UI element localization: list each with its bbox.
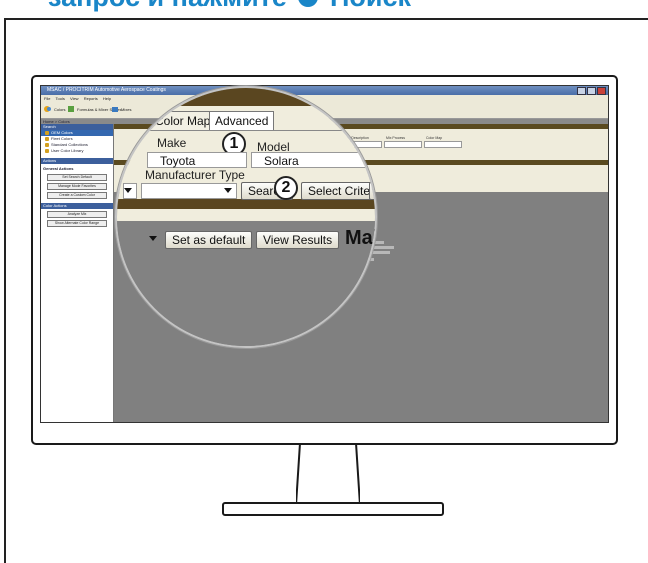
default-select[interactable] (123, 232, 165, 248)
maximize-icon[interactable] (587, 87, 596, 95)
instruction-heading: запрос и нажмите Поиск (48, 0, 411, 13)
toolbar-colors-button[interactable]: Colors (44, 105, 66, 113)
color-map-field[interactable] (424, 141, 462, 148)
folder-icon (45, 143, 49, 147)
magnifier-lens: Color Map Advanced Make 1 Model Ye Toyot… (115, 86, 377, 348)
menu-view[interactable]: View (70, 96, 79, 101)
chevron-down-icon (124, 188, 132, 193)
close-icon[interactable] (597, 87, 606, 95)
folder-icon (45, 137, 49, 141)
tab-color-map[interactable]: Color Map (149, 111, 217, 131)
tab-divider (117, 130, 375, 131)
make-label: Make (157, 136, 187, 150)
set-as-default-button[interactable]: Set as default (165, 231, 253, 249)
alternate-color-range-button[interactable]: Show Alternate Color Range (47, 220, 107, 227)
callout-2-icon: 2 (274, 176, 298, 200)
menu-tools[interactable]: Tools (56, 96, 65, 101)
toolbar-colors-label: Colors (54, 106, 66, 112)
formula-icon (68, 106, 74, 112)
create-custom-color-button[interactable]: Create a Custom Color (47, 192, 107, 199)
grid-header-mix-process: Mix Process (386, 136, 406, 140)
make-field[interactable]: Toyota (147, 152, 247, 168)
menu-help[interactable]: Help (103, 96, 111, 101)
view-results-button[interactable]: View Results (256, 231, 340, 249)
magnified-header-band (117, 88, 375, 106)
mix-process-select[interactable] (384, 141, 422, 148)
set-search-default-button[interactable]: Set Search Default (47, 174, 107, 181)
heading-text-before: запрос и нажмите (48, 0, 287, 12)
magnified-divider-band (117, 199, 375, 209)
monitor-stand-base (222, 502, 444, 516)
menu-file[interactable]: File (44, 96, 50, 101)
menu-reports[interactable]: Reports (84, 96, 98, 101)
monitor-stand-neck (296, 443, 360, 506)
manage-favorites-button[interactable]: Manage Mode Favorites (47, 183, 107, 190)
chevron-down-icon (224, 188, 232, 193)
heading-text-after: Поиск (330, 0, 411, 12)
chevron-down-icon (149, 236, 157, 241)
sidebar-item-user-library[interactable]: User Color Library (41, 148, 113, 154)
window-controls (577, 87, 606, 95)
manufacturer-type-label: Manufacturer Type (145, 168, 245, 182)
sidebar-actions-header: Actions (41, 158, 113, 164)
general-actions-label: General Actions (43, 166, 74, 171)
sidebar-color-actions-header: Color Actions (41, 203, 113, 209)
minimize-icon[interactable] (577, 87, 586, 95)
colors-icon (44, 106, 51, 112)
folder-icon (45, 131, 49, 135)
tab-advanced[interactable]: Advanced (209, 111, 275, 131)
frame-left-line (4, 18, 6, 563)
select-criteria-button[interactable]: Select Criteria (301, 182, 375, 200)
frame-top-line (4, 18, 648, 20)
model-field[interactable]: Solara (251, 152, 369, 168)
manufacturer-type-select[interactable] (141, 183, 237, 199)
prev-select[interactable] (123, 183, 137, 199)
magnified-view: Color Map Advanced Make 1 Model Ye Toyot… (117, 88, 377, 346)
sidebar-item-label: User Color Library (51, 148, 84, 153)
grid-header-color-map: Color Map (426, 136, 443, 140)
bullet-dot-icon (298, 0, 319, 7)
sidebar: Search OEM Colors Fleet Colors Standard … (41, 124, 114, 422)
analyze-mix-button[interactable]: Analyze Mix (47, 211, 107, 218)
folder-icon (45, 149, 49, 153)
partial-heading: Mai (345, 227, 377, 249)
